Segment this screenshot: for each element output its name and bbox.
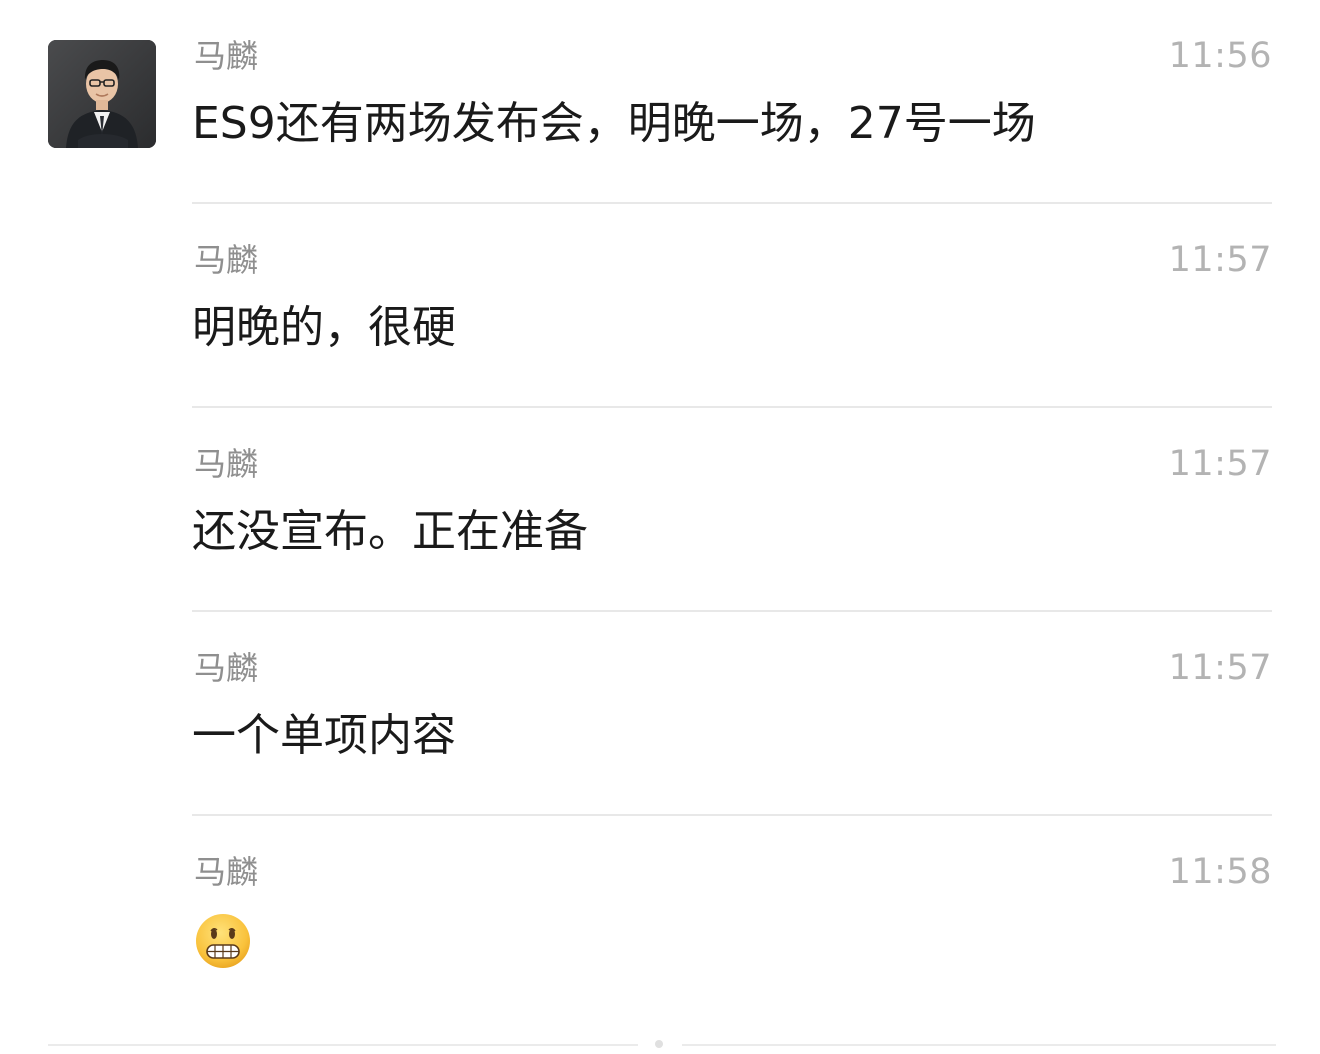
- sender-name: 马麟: [194, 37, 259, 75]
- message-time: 11:57: [1168, 648, 1272, 688]
- avatar[interactable]: [48, 40, 156, 148]
- sender-name: 马麟: [194, 241, 259, 279]
- divider: [682, 1044, 1276, 1046]
- message-item[interactable]: 马麟 11:57 明晚的，很硬: [192, 204, 1272, 408]
- message-text: 一个单项内容: [192, 710, 456, 761]
- chat-history: 马麟 11:56 ES9还有两场发布会，明晚一场，27号一场 马麟 11:57 …: [0, 0, 1320, 1054]
- scroll-indicator: [655, 1040, 663, 1048]
- message-item[interactable]: 马麟 11:57 还没宣布。正在准备: [192, 408, 1272, 612]
- grimacing-face-emoji: [196, 914, 250, 968]
- message-item[interactable]: 马麟 11:56 ES9还有两场发布会，明晚一场，27号一场: [192, 0, 1272, 204]
- message-text: 明晚的，很硬: [192, 302, 456, 353]
- sender-name: 马麟: [194, 853, 259, 891]
- message-time: 11:56: [1168, 36, 1272, 76]
- message-text: 还没宣布。正在准备: [192, 506, 588, 557]
- message-time: 11:58: [1168, 852, 1272, 892]
- sender-name: 马麟: [194, 445, 259, 483]
- message-time: 11:57: [1168, 444, 1272, 484]
- message-text: ES9还有两场发布会，明晚一场，27号一场: [192, 98, 1036, 149]
- divider: [48, 1044, 638, 1046]
- message-time: 11:57: [1168, 240, 1272, 280]
- person-photo-icon: [48, 40, 156, 148]
- message-item[interactable]: 马麟 11:57 一个单项内容: [192, 612, 1272, 816]
- sender-name: 马麟: [194, 649, 259, 687]
- message-item[interactable]: 马麟 11:58: [192, 816, 1272, 1016]
